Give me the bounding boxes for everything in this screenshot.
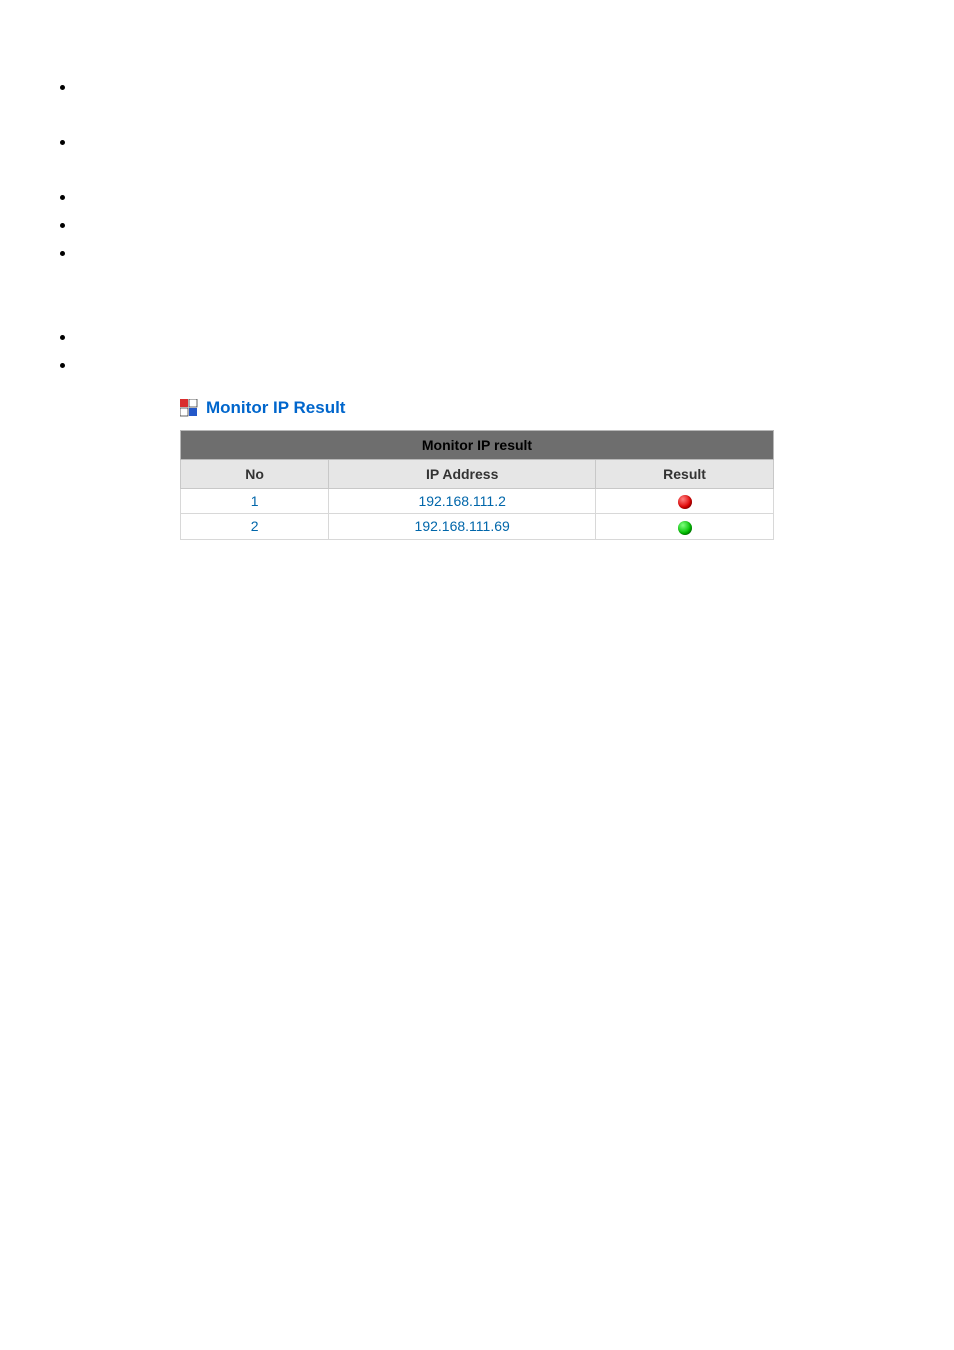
cell-ip: 192.168.111.69 (329, 514, 596, 539)
cell-result (596, 489, 774, 514)
section-header: Monitor IP Result (180, 398, 774, 418)
status-indicator-red (678, 495, 692, 509)
table-caption: Monitor IP result (181, 431, 774, 460)
cell-no: 2 (181, 514, 329, 539)
table-row: 1 192.168.111.2 (181, 489, 774, 514)
col-no: No (181, 460, 329, 489)
table-body: 1 192.168.111.2 2 192.168.111.69 (181, 489, 774, 540)
section-title: Monitor IP Result (206, 398, 345, 418)
cell-ip: 192.168.111.2 (329, 489, 596, 514)
windows-flag-icon (180, 399, 198, 417)
col-result: Result (596, 460, 774, 489)
status-indicator-green (678, 521, 692, 535)
table-row: 2 192.168.111.69 (181, 514, 774, 539)
cell-no: 1 (181, 489, 329, 514)
monitor-ip-section: Monitor IP Result Monitor IP result No I… (180, 398, 774, 540)
monitor-ip-table: Monitor IP result No IP Address Result 1… (180, 430, 774, 540)
cell-result (596, 514, 774, 539)
col-ip: IP Address (329, 460, 596, 489)
